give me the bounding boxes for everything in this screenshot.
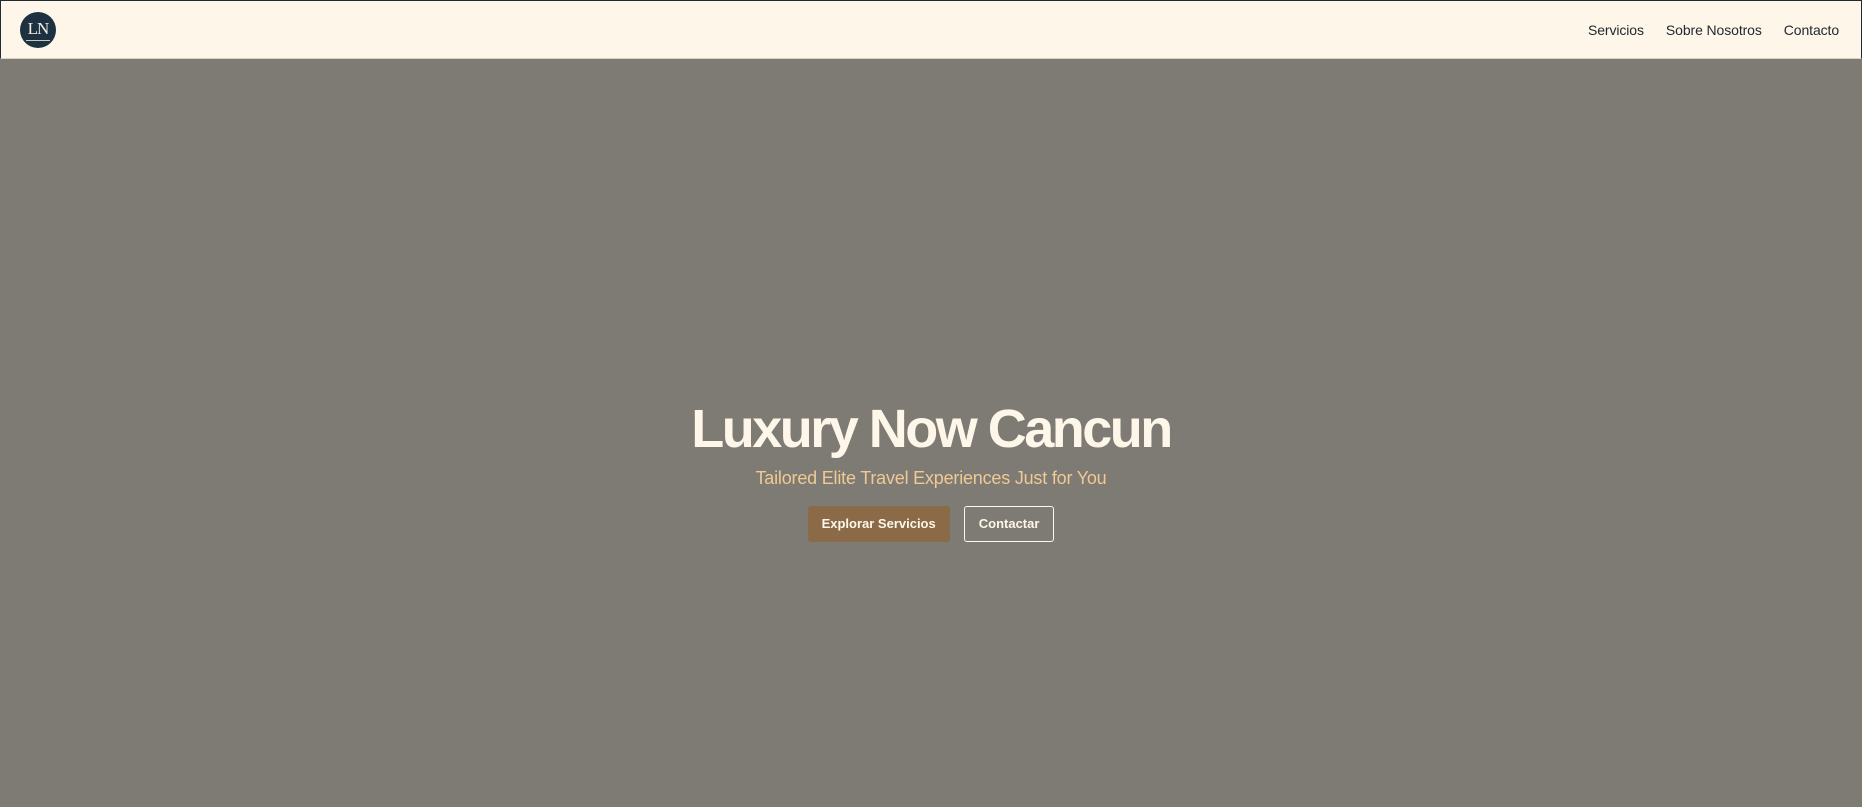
nav-link-servicios[interactable]: Servicios xyxy=(1588,22,1644,38)
hero-subtitle: Tailored Elite Travel Experiences Just f… xyxy=(755,468,1107,488)
nav-link-sobre-nosotros[interactable]: Sobre Nosotros xyxy=(1666,22,1762,38)
contact-button[interactable]: Contactar xyxy=(963,505,1055,542)
hero-buttons: Explorar Servicios Contactar xyxy=(807,505,1055,542)
logo-underline xyxy=(26,39,50,41)
top-navbar: LN Servicios Sobre Nosotros Contacto xyxy=(0,0,1862,59)
logo-monogram: LN xyxy=(27,18,50,38)
explore-services-button[interactable]: Explorar Servicios xyxy=(807,505,950,542)
nav-link-contacto[interactable]: Contacto xyxy=(1784,22,1839,38)
hero-content: Luxury Now Cancun Tailored Elite Travel … xyxy=(0,402,1862,542)
hero-title: Luxury Now Cancun xyxy=(691,399,1173,459)
ln-logo-icon[interactable]: LN xyxy=(20,11,56,48)
nav-links: Servicios Sobre Nosotros Contacto xyxy=(1588,22,1839,38)
